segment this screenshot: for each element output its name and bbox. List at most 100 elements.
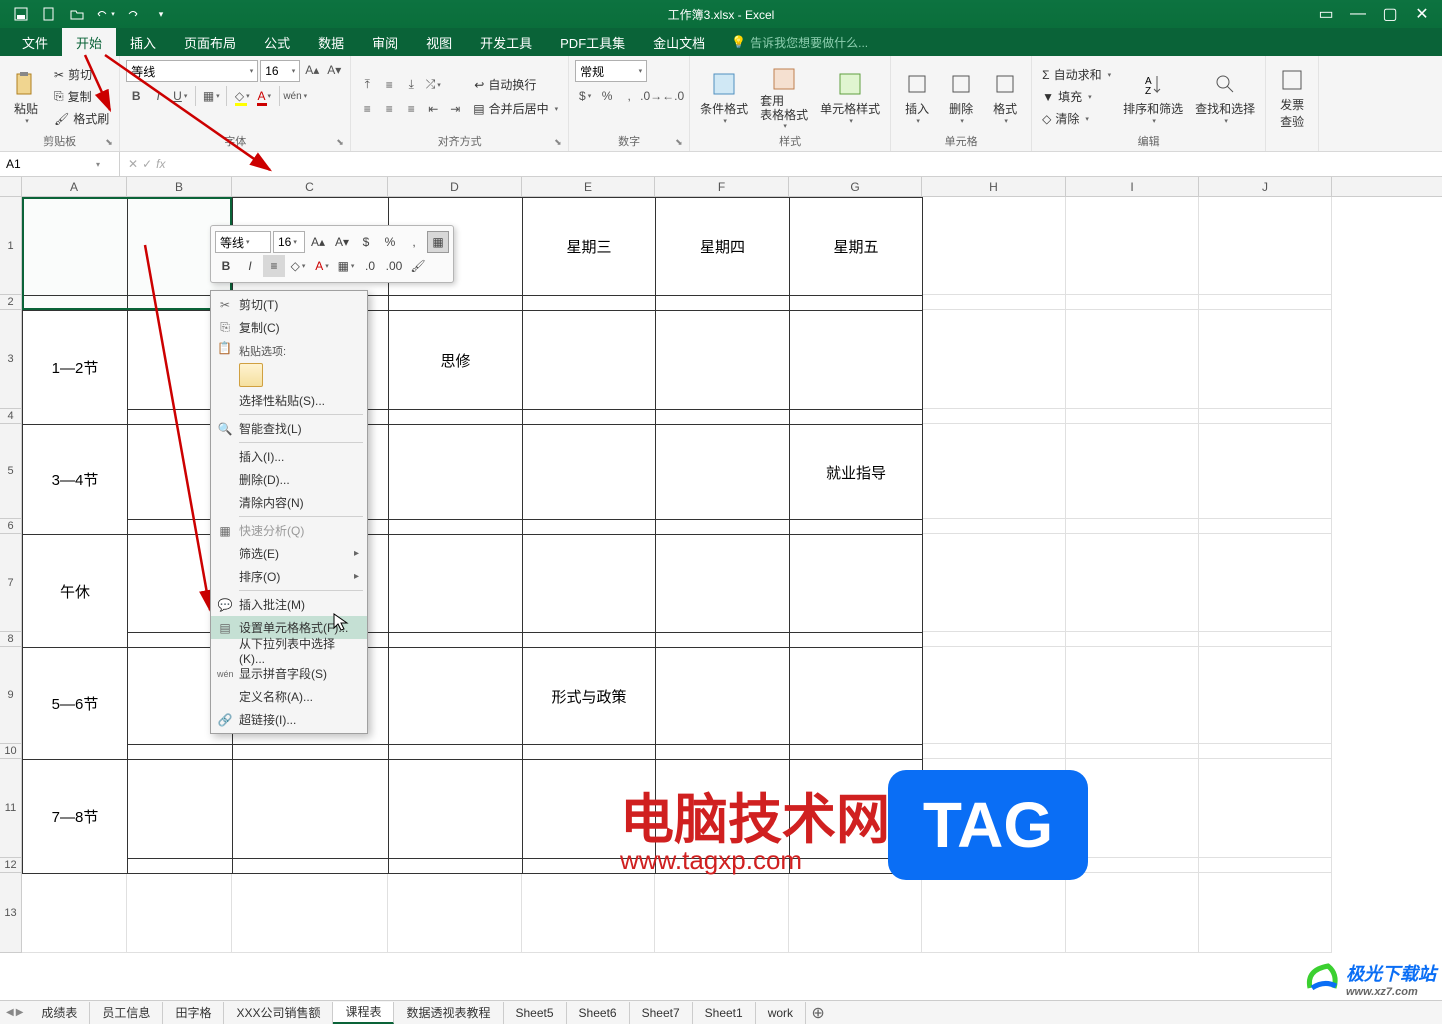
formula-input[interactable] — [173, 152, 1442, 176]
ctx-clear[interactable]: 清除内容(N) — [211, 491, 367, 514]
tab-formulas[interactable]: 公式 — [250, 28, 304, 56]
row-header[interactable]: 13 — [0, 873, 21, 953]
ctx-copy[interactable]: ⎘复制(C) — [211, 316, 367, 339]
fill-button[interactable]: ▼填充▾ — [1038, 87, 1115, 107]
cell[interactable]: 形式与政策 — [523, 648, 656, 745]
cell[interactable] — [790, 859, 923, 874]
row-header[interactable]: 9 — [0, 647, 21, 744]
column-header[interactable]: E — [522, 177, 655, 196]
cell[interactable]: 3—4节 — [23, 425, 128, 535]
cell-styles-button[interactable]: 单元格样式▾ — [816, 66, 884, 127]
cell[interactable]: 星期三 — [523, 198, 656, 296]
border-icon[interactable]: ▦▾ — [335, 255, 357, 277]
ctx-paste-special[interactable]: 选择性粘贴(S)... — [211, 389, 367, 412]
tab-file[interactable]: 文件 — [8, 28, 62, 56]
sort-filter-button[interactable]: AZ排序和筛选▾ — [1119, 66, 1187, 127]
ctx-delete[interactable]: 删除(D)... — [211, 468, 367, 491]
align-right-icon[interactable]: ≡ — [401, 99, 421, 119]
invoice-check-button[interactable]: 发票 查验 — [1272, 62, 1312, 132]
ctx-cut[interactable]: ✂剪切(T) — [211, 293, 367, 316]
sheet-tab[interactable]: XXX公司销售额 — [224, 1002, 333, 1024]
wrap-text-button[interactable]: ↩自动换行 — [469, 75, 562, 95]
cell[interactable] — [523, 633, 656, 648]
sheet-tab[interactable]: Sheet6 — [567, 1002, 630, 1024]
italic-icon[interactable]: I — [148, 86, 168, 106]
qat-customize-icon[interactable]: ▾ — [148, 2, 174, 26]
cell[interactable] — [790, 296, 923, 311]
ctx-define-name[interactable]: 定义名称(A)... — [211, 685, 367, 708]
cell[interactable] — [233, 859, 389, 874]
phonetic-icon[interactable]: wén▾ — [285, 86, 305, 106]
minimize-icon[interactable]: — — [1342, 2, 1374, 26]
name-box-dropdown-icon[interactable]: ▾ — [90, 160, 106, 169]
cell[interactable] — [656, 859, 790, 874]
decrease-decimal-icon[interactable]: .00 — [383, 255, 405, 277]
cell[interactable] — [656, 520, 790, 535]
row-header[interactable]: 4 — [0, 409, 21, 424]
cell[interactable] — [656, 296, 790, 311]
cell[interactable]: 星期四 — [656, 198, 790, 296]
increase-font-icon[interactable]: A▴ — [302, 60, 322, 80]
cell[interactable] — [790, 648, 923, 745]
percent-icon[interactable]: % — [597, 86, 617, 106]
column-header[interactable]: J — [1199, 177, 1332, 196]
insert-cells-button[interactable]: 插入▾ — [897, 66, 937, 127]
cut-button[interactable]: ✂剪切 — [50, 65, 113, 85]
align-center-icon[interactable]: ≡ — [263, 255, 285, 277]
add-sheet-button[interactable]: ⊕ — [806, 1003, 830, 1023]
align-top-icon[interactable]: ⤒ — [357, 75, 377, 95]
cell[interactable] — [233, 760, 389, 859]
cell[interactable] — [523, 859, 656, 874]
nav-next-icon[interactable]: ▶ — [16, 1007, 24, 1018]
bold-icon[interactable]: B — [126, 86, 146, 106]
fill-color-icon[interactable]: ◇▾ — [287, 255, 309, 277]
row-header[interactable]: 7 — [0, 534, 21, 632]
delete-cells-button[interactable]: 删除▾ — [941, 66, 981, 127]
cell[interactable] — [790, 760, 923, 859]
cell[interactable]: 5—6节 — [23, 648, 128, 760]
cell[interactable] — [233, 745, 389, 760]
column-header[interactable]: D — [388, 177, 522, 196]
cell[interactable] — [656, 410, 790, 425]
column-header[interactable]: A — [22, 177, 127, 196]
cell[interactable] — [790, 520, 923, 535]
cell[interactable] — [128, 760, 233, 859]
ribbon-display-icon[interactable]: ▭ — [1310, 2, 1342, 26]
tab-home[interactable]: 开始 — [62, 28, 116, 56]
font-name-combo[interactable]: 等线▾ — [126, 60, 258, 82]
dialog-launcher-icon[interactable]: ⬊ — [336, 137, 348, 149]
new-icon[interactable] — [36, 2, 62, 26]
mini-font-combo[interactable]: 等线▾ — [215, 231, 271, 253]
align-left-icon[interactable]: ≡ — [357, 99, 377, 119]
cell[interactable] — [128, 745, 233, 760]
ctx-filter[interactable]: 筛选(E)▸ — [211, 542, 367, 565]
ctx-show-pinyin[interactable]: wén显示拼音字段(S) — [211, 662, 367, 685]
cell[interactable] — [790, 633, 923, 648]
nav-prev-icon[interactable]: ◀ — [6, 1007, 14, 1018]
tell-me-search[interactable]: 💡 告诉我您想要做什么... — [731, 28, 868, 56]
row-header[interactable]: 6 — [0, 519, 21, 534]
ctx-insert-comment[interactable]: 💬插入批注(M) — [211, 593, 367, 616]
conditional-format-button[interactable]: 条件格式▾ — [696, 66, 752, 127]
open-icon[interactable] — [64, 2, 90, 26]
font-color-icon[interactable]: A▾ — [311, 255, 333, 277]
redo-icon[interactable] — [120, 2, 146, 26]
cancel-formula-icon[interactable]: ✕ — [128, 157, 138, 171]
dialog-launcher-icon[interactable]: ⬊ — [105, 137, 117, 149]
currency-icon[interactable]: $▾ — [575, 86, 595, 106]
cell[interactable] — [523, 311, 656, 410]
clear-button[interactable]: ◇清除▾ — [1038, 109, 1115, 129]
orientation-icon[interactable]: ⤮▾ — [423, 75, 443, 95]
indent-decrease-icon[interactable]: ⇤ — [423, 99, 443, 119]
column-header[interactable]: G — [789, 177, 922, 196]
column-header[interactable]: H — [922, 177, 1066, 196]
format-painter-icon[interactable]: 🖌 — [407, 255, 429, 277]
cell[interactable] — [389, 745, 523, 760]
fill-color-icon[interactable]: ◇▾ — [232, 86, 252, 106]
maximize-icon[interactable]: ▢ — [1374, 2, 1406, 26]
sheet-tab[interactable]: 员工信息 — [90, 1002, 163, 1024]
name-box-input[interactable] — [0, 157, 90, 171]
column-header[interactable]: I — [1066, 177, 1199, 196]
format-cells-button[interactable]: 格式▾ — [985, 66, 1025, 127]
cell[interactable] — [790, 745, 923, 760]
